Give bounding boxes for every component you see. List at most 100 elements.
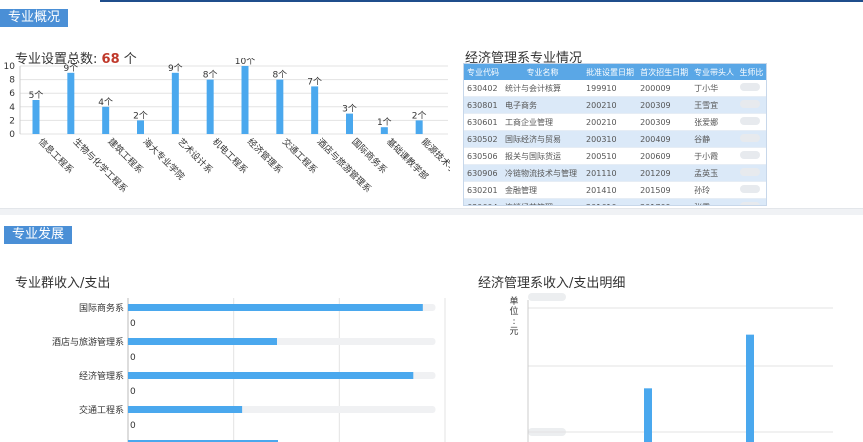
- table-cell: 201610: [583, 198, 638, 205]
- y-tick-label: 2: [9, 116, 15, 126]
- table-cell: 工商企业管理: [501, 113, 584, 131]
- section-tag-overview: 专业概况: [0, 9, 69, 27]
- table-cell: 201709: [637, 198, 692, 205]
- group-chart-title: 专业群收入/支出: [15, 276, 111, 291]
- bar: [746, 334, 754, 442]
- unit-label-char: 单: [509, 295, 518, 307]
- table-row[interactable]: 630604连锁经营管理201610201709张雪: [464, 198, 766, 205]
- table-column-header[interactable]: 专业代码: [464, 64, 502, 80]
- ratio-cell: [736, 147, 766, 165]
- table-cell: 630201: [464, 181, 502, 199]
- bar: [276, 79, 284, 134]
- major-count-bar-chart: 02468105个信息工程系9个生物与化学工程系4个建筑工程系2个海大专业学院9…: [4, 58, 450, 195]
- bar-value-label: 0: [130, 387, 136, 397]
- ratio-placeholder: [739, 151, 760, 159]
- table-row[interactable]: 630506 报关与国际货运 200510 200609 于小霞: [464, 147, 766, 165]
- ratio-placeholder: [739, 100, 760, 108]
- bar: [102, 106, 110, 134]
- bar-value-label: 2个: [412, 110, 427, 121]
- bar: [380, 127, 388, 134]
- table-cell: 200609: [637, 147, 692, 165]
- y-tick-label: 10: [4, 62, 16, 72]
- ratio-cell: [736, 198, 766, 205]
- table-row[interactable]: 630402 统计与会计核算 199910 200009 丁小华: [464, 80, 766, 97]
- table-column-header[interactable]: 批准设置日期: [583, 64, 638, 80]
- bar: [206, 79, 214, 134]
- ratio-placeholder: [739, 117, 760, 125]
- bar-value-label: 3个: [342, 104, 357, 115]
- table-cell: 199910: [583, 80, 638, 97]
- bar-value-label: 8个: [203, 70, 218, 81]
- y-tick-label: 4: [9, 103, 15, 113]
- table-cell: 630601: [464, 113, 502, 131]
- section-tag-development: 专业发展: [4, 226, 73, 244]
- table-row[interactable]: 630201 金融管理 201410 201509 孙玲: [464, 181, 766, 199]
- table-cell: 连锁经营管理: [501, 198, 584, 205]
- table-cell: 630906: [464, 164, 502, 182]
- ratio-cell: [736, 181, 766, 199]
- table-cell: 孙玲: [691, 181, 737, 199]
- bar: [128, 338, 277, 345]
- bar-value-label: 10个: [235, 58, 255, 67]
- table-cell: 丁小华: [691, 80, 737, 97]
- table-cell: 国际经济与贸易: [501, 130, 584, 148]
- y-tick-label: 6: [9, 89, 15, 99]
- bar: [128, 406, 243, 413]
- bar: [137, 120, 144, 134]
- bar-value-label: 0: [130, 319, 136, 329]
- table-cell: 张雪: [691, 198, 737, 205]
- table-cell: 201509: [637, 181, 692, 199]
- table-row[interactable]: 630906 冷链物流技术与管理 201110 201209 孟英玉: [464, 164, 766, 182]
- table-cell: 200409: [637, 130, 692, 148]
- table-cell: 谷静: [691, 130, 737, 148]
- bar: [644, 388, 652, 442]
- table-column-header[interactable]: 专业名称: [501, 64, 584, 80]
- table-cell: 于小霞: [691, 147, 737, 165]
- table-cell: 630502: [464, 130, 502, 148]
- bar-value-label: 9个: [63, 63, 78, 74]
- unit-label-char: 元: [509, 327, 518, 337]
- group-income-bar-chart: 国际商务系 0 酒店与旅游管理系 0 经济管理系 0 交通工程系 0: [52, 298, 446, 442]
- bar-value-label: 0: [130, 353, 136, 363]
- table-column-header[interactable]: 生师比: [736, 64, 766, 80]
- legend-placeholder: [528, 293, 566, 301]
- y-tick-label: 国际商务系: [79, 302, 124, 314]
- bar: [128, 304, 423, 311]
- ratio-cell: [736, 80, 766, 97]
- table-row[interactable]: 630502 国际经济与贸易 200310 200409 谷静: [464, 130, 766, 148]
- table-cell: 200310: [583, 130, 638, 148]
- table-cell: 200009: [637, 80, 692, 97]
- bar-value-label: 1个: [377, 117, 392, 128]
- table-cell: 报关与国际货运: [501, 147, 584, 165]
- y-tick-label: 经济管理系: [79, 370, 124, 382]
- econ-detail-title: 经济管理系收入/支出明细: [478, 276, 626, 291]
- table-cell: 630801: [464, 96, 502, 114]
- y-tick-label: 0: [9, 130, 15, 140]
- table-cell: 统计与会计核算: [501, 80, 584, 97]
- table-cell: 电子商务: [501, 96, 584, 114]
- bar: [67, 72, 75, 134]
- ratio-cell: [736, 113, 766, 131]
- econ-detail-bar-chart: 单位:元: [509, 293, 833, 442]
- bar: [32, 100, 40, 134]
- x-tick-label: 信息工程系: [36, 136, 76, 176]
- table-row[interactable]: 630801 电子商务 200210 200309 王雪宜: [464, 96, 766, 114]
- table-row[interactable]: 630601 工商企业管理 200210 200309 张爱娜: [464, 113, 766, 131]
- x-tick-label: 交通工程系: [280, 136, 320, 176]
- table-column-header[interactable]: 首次招生日期: [637, 64, 692, 80]
- bar: [346, 113, 353, 134]
- table-cell: 200210: [583, 96, 638, 114]
- ratio-placeholder: [739, 202, 760, 205]
- bar: [311, 86, 319, 134]
- ratio-placeholder: [739, 83, 760, 91]
- bar-value-label: 7个: [307, 76, 322, 87]
- y-tick-label: 酒店与旅游管理系: [52, 336, 124, 348]
- section-divider: [0, 208, 863, 215]
- unit-label-char: :: [512, 317, 515, 327]
- ratio-placeholder: [739, 185, 760, 193]
- ratio-cell: [736, 130, 766, 148]
- table-column-header[interactable]: 专业带头人: [691, 64, 737, 80]
- econ-major-table[interactable]: 专业代码 专业名称 批准设置日期 首次招生日期 专业带头人 生师比 630402 统计与会计…: [463, 63, 767, 206]
- ratio-placeholder: [739, 168, 760, 176]
- table-header-row: 专业代码 专业名称 批准设置日期 首次招生日期 专业带头人 生师比: [464, 64, 766, 80]
